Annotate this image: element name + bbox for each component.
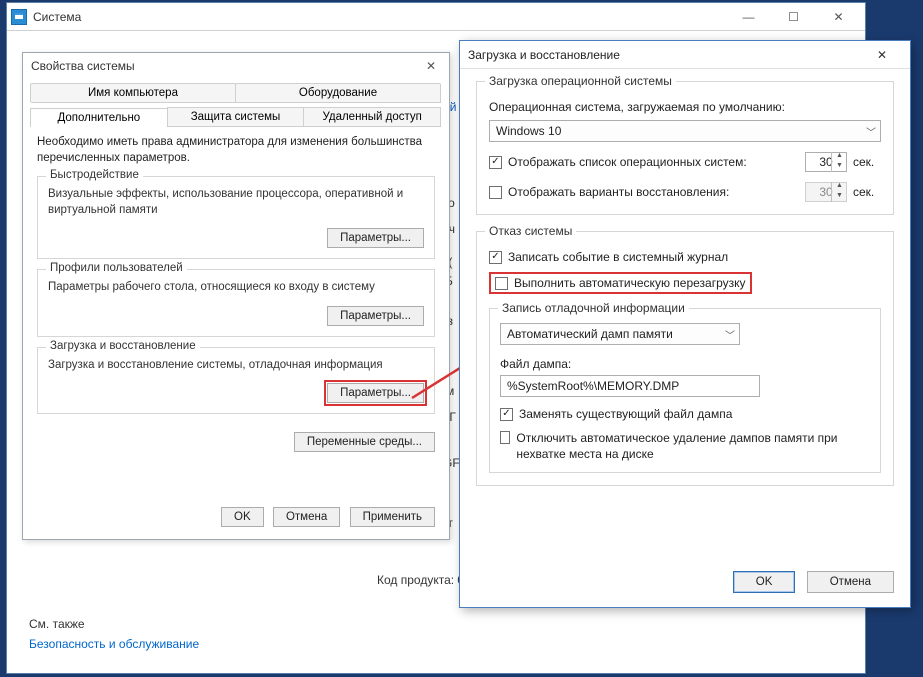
profiles-legend: Профили пользователей — [46, 262, 187, 274]
system-startup-legend: Загрузка операционной системы — [485, 74, 676, 88]
performance-desc: Визуальные эффекты, использование процес… — [48, 187, 424, 218]
recovery-seconds-input: 30 ▲▼ — [805, 182, 847, 202]
system-failure-group: Отказ системы Записать событие в системн… — [476, 231, 894, 486]
security-maintenance-link[interactable]: Безопасность и обслуживание — [29, 637, 199, 651]
show-os-list-label: Отображать список операционных систем: — [508, 155, 799, 169]
write-event-checkbox[interactable] — [489, 251, 502, 264]
maximize-button[interactable]: ☐ — [771, 6, 816, 28]
profiles-group: Профили пользователей Параметры рабочего… — [37, 269, 435, 337]
os-list-seconds-input[interactable]: 30 ▲▼ — [805, 152, 847, 172]
env-vars-button[interactable]: Переменные среды... — [294, 432, 435, 452]
spinner-icon[interactable]: ▲▼ — [831, 152, 847, 172]
system-title: Система — [33, 10, 726, 24]
chevron-down-icon: ﹀ — [725, 327, 735, 342]
dump-type-select[interactable]: Автоматический дамп памяти ﹀ — [500, 323, 740, 345]
debug-info-group: Запись отладочной информации Автоматичес… — [489, 308, 881, 473]
write-event-label: Записать событие в системный журнал — [508, 250, 728, 264]
dump-file-label: Файл дампа: — [500, 357, 870, 371]
system-icon — [11, 9, 27, 25]
chevron-down-icon: ﹀ — [866, 124, 876, 139]
default-os-value: Windows 10 — [496, 124, 561, 138]
system-properties-dialog: Свойства системы ✕ Имя компьютера Оборуд… — [22, 52, 450, 540]
spinner-icon: ▲▼ — [831, 182, 847, 202]
apply-button[interactable]: Применить — [350, 507, 435, 527]
tab-hardware[interactable]: Оборудование — [235, 83, 441, 102]
ok-button[interactable]: OK — [733, 571, 796, 593]
default-os-select[interactable]: Windows 10 ﹀ — [489, 120, 881, 142]
startup-desc: Загрузка и восстановление системы, отлад… — [48, 358, 424, 374]
system-startup-group: Загрузка операционной системы Операционн… — [476, 81, 894, 215]
debug-info-legend: Запись отладочной информации — [498, 301, 689, 315]
startup-legend: Загрузка и восстановление — [46, 340, 200, 352]
minimize-button[interactable]: — — [726, 6, 771, 28]
ok-button[interactable]: OK — [221, 507, 264, 527]
cancel-button[interactable]: Отмена — [807, 571, 894, 593]
close-icon[interactable]: ✕ — [862, 43, 902, 67]
see-also-section: См. также Безопасность и обслуживание — [29, 617, 199, 651]
default-os-label: Операционная система, загружаемая по умо… — [489, 100, 881, 114]
startup-dialog-title: Загрузка и восстановление — [468, 48, 862, 62]
startup-settings-button[interactable]: Параметры... — [327, 383, 424, 403]
performance-group: Быстродействие Визуальные эффекты, испол… — [37, 176, 435, 259]
startup-recovery-dialog: Загрузка и восстановление ✕ Загрузка опе… — [459, 40, 911, 608]
dump-type-value: Автоматический дамп памяти — [507, 327, 673, 341]
tab-system-protection[interactable]: Защита системы — [167, 107, 305, 126]
props-title: Свойства системы — [31, 59, 421, 73]
close-button[interactable]: ✕ — [816, 6, 861, 28]
dump-file-input[interactable]: %SystemRoot%\MEMORY.DMP — [500, 375, 760, 397]
profiles-desc: Параметры рабочего стола, относящиеся ко… — [48, 280, 424, 296]
profiles-settings-button[interactable]: Параметры... — [327, 306, 424, 326]
seconds-label: сек. — [853, 155, 881, 169]
disable-autodelete-label: Отключить автоматическое удаление дампов… — [516, 431, 870, 462]
overwrite-dump-checkbox[interactable] — [500, 408, 513, 421]
performance-settings-button[interactable]: Параметры... — [327, 228, 424, 248]
tab-computer-name[interactable]: Имя компьютера — [30, 83, 236, 102]
show-os-list-checkbox[interactable] — [489, 156, 502, 169]
see-also-label: См. также — [29, 617, 85, 631]
tab-remote[interactable]: Удаленный доступ — [303, 107, 441, 126]
disable-autodelete-checkbox[interactable] — [500, 431, 510, 444]
auto-restart-checkbox[interactable] — [495, 277, 508, 290]
performance-legend: Быстродействие — [46, 169, 143, 181]
system-titlebar: Система — ☐ ✕ — [7, 3, 865, 31]
overwrite-dump-label: Заменять существующий файл дампа — [519, 407, 732, 421]
startup-recovery-group: Загрузка и восстановление Загрузка и вос… — [37, 347, 435, 415]
show-recovery-checkbox[interactable] — [489, 186, 502, 199]
seconds-label: сек. — [853, 185, 881, 199]
close-icon[interactable]: ✕ — [421, 59, 441, 73]
system-failure-legend: Отказ системы — [485, 224, 576, 238]
tab-advanced[interactable]: Дополнительно — [30, 108, 168, 127]
show-recovery-label: Отображать варианты восстановления: — [508, 185, 799, 199]
auto-restart-label: Выполнить автоматическую перезагрузку — [514, 276, 746, 290]
cancel-button[interactable]: Отмена — [273, 507, 340, 527]
auto-restart-highlight: Выполнить автоматическую перезагрузку — [489, 272, 752, 294]
admin-note: Необходимо иметь права администратора дл… — [37, 135, 435, 166]
